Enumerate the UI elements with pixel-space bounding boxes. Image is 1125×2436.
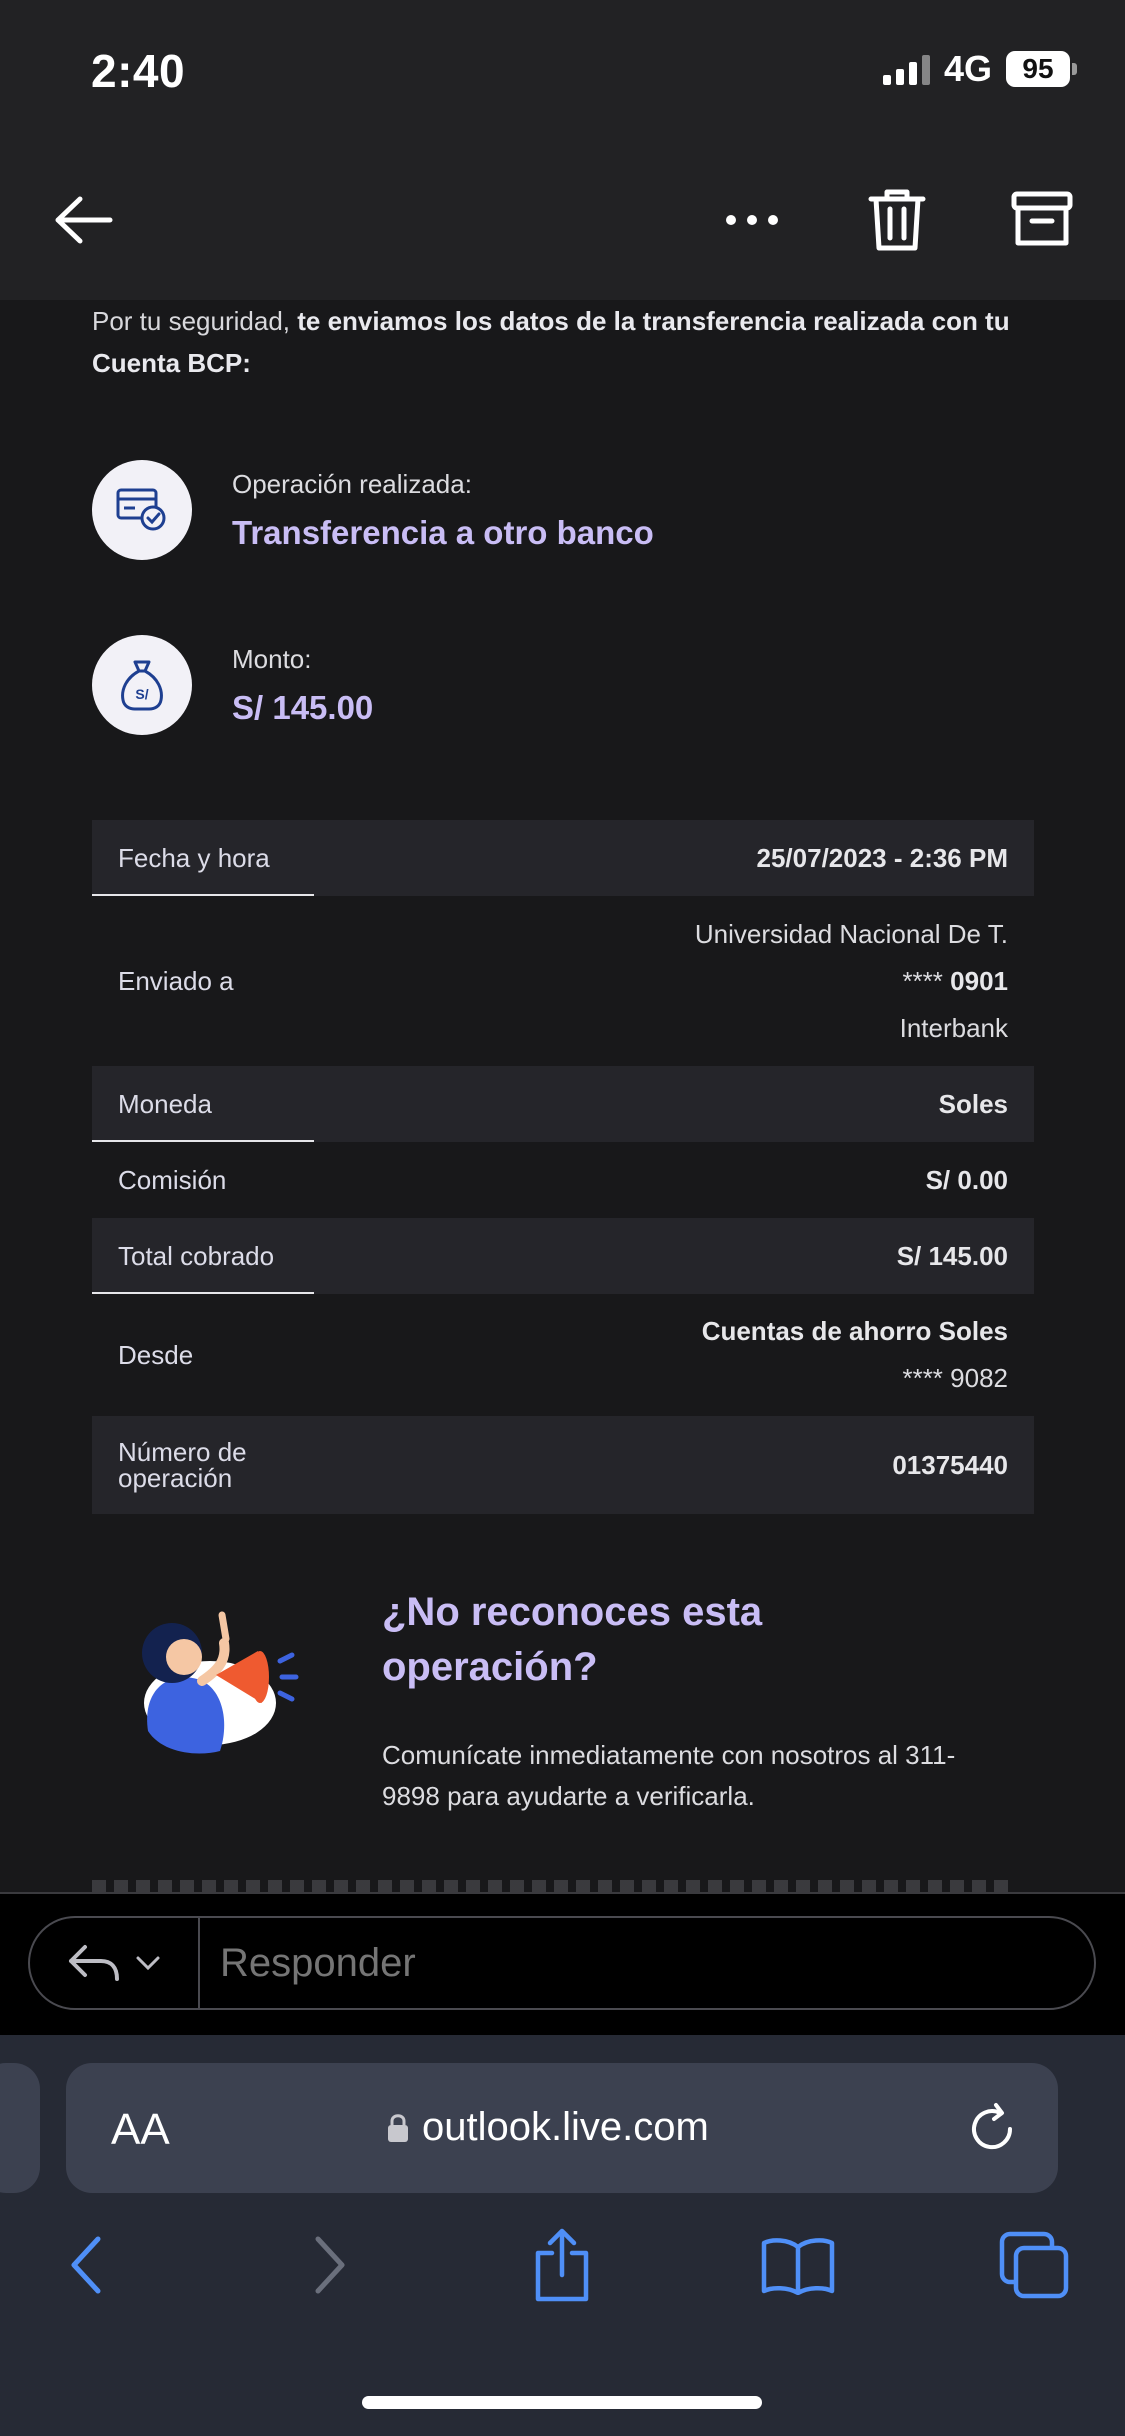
table-row: Enviado a Universidad Nacional De T. ***… [92,896,1034,1066]
signal-icon [882,53,930,85]
chevron-down-icon [136,1956,160,1971]
card-check-icon [92,460,192,560]
trash-icon[interactable] [857,180,937,260]
comision-value: S/ 0.00 [925,1164,1008,1195]
warning-title: ¿No reconoces esta operación? [382,1590,763,1689]
table-row: Fecha y hora 25/07/2023 - 2:36 PM [92,820,1034,896]
reader-aa-button[interactable]: AA [111,2105,170,2155]
fecha-label: Fecha y hora [118,842,270,873]
reload-icon[interactable] [962,2099,1022,2159]
status-indicators: 4G 95 [882,48,1077,90]
status-time: 2:40 [91,45,186,97]
reply-bar [0,1892,1125,2035]
money-bag-icon: S/ [92,635,192,735]
url-text: outlook.live.com [422,2105,709,2149]
table-row: Moneda Soles [92,1066,1034,1142]
amount-value: S/ 145.00 [232,688,374,726]
browser-bar: AA outlook.live.com [0,2035,1125,2436]
desde-label: Desde [118,1339,194,1370]
previous-tab-stub[interactable] [0,2063,40,2193]
email-body[interactable]: Por tu seguridad, te enviamos los datos … [3,300,1122,1892]
details-table: Fecha y hora 25/07/2023 - 2:36 PM Enviad… [92,820,1034,1514]
more-icon[interactable] [712,180,792,260]
operation-value: Transferencia a otro banco [232,513,654,551]
numero-value: 01375440 [892,1449,1008,1480]
operation-label: Operación realizada: [232,468,472,499]
operation-row: Operación realizada: Transferencia a otr… [92,460,654,560]
table-row: Número de operación 01375440 [92,1416,1034,1514]
battery-icon: 95 [1006,51,1077,87]
megaphone-person-illustration [142,1611,299,1754]
archive-icon[interactable] [1002,180,1082,260]
reply-options-button[interactable] [30,1918,200,2008]
tabs-icon[interactable] [994,2225,1074,2305]
fecha-value: 25/07/2023 - 2:36 PM [756,842,1009,873]
home-indicator [362,2396,762,2409]
svg-text:S/: S/ [135,686,148,702]
forward-nav-icon[interactable] [290,2225,370,2305]
amount-label: Monto: [232,643,312,674]
source-account: **** 9082 [902,1363,1008,1393]
recipient-bank: Interbank [899,1012,1008,1043]
amount-row: S/ Monto: S/ 145.00 [92,635,373,735]
address-bar[interactable]: AA outlook.live.com [66,2063,1058,2193]
comision-label: Comisión [118,1164,227,1195]
source-account-type: Cuentas de ahorro Soles [701,1316,1008,1346]
battery-level: 95 [1006,51,1070,87]
table-row: Comisión S/ 0.00 [92,1142,1034,1218]
enviado-label: Enviado a [118,965,234,996]
table-row: Total cobrado S/ 145.00 [92,1218,1034,1294]
warning-description: Comunícate inmediatamente con nosotros a… [382,1740,956,1811]
reply-icon [69,1945,119,1981]
total-value: S/ 145.00 [896,1240,1008,1271]
lock-icon [388,2113,408,2142]
url-display[interactable]: outlook.live.com [386,2105,709,2150]
bookmarks-icon[interactable] [758,2225,838,2305]
reply-input[interactable] [200,1940,1094,1986]
recipient-account-mask: **** [902,965,943,996]
intro-text: Por tu seguridad, te enviamos los datos … [92,306,1010,378]
recipient-name: Universidad Nacional De T. [694,918,1008,949]
table-row: Desde Cuentas de ahorro Soles **** 9082 [92,1294,1034,1416]
numero-label: Número de operación [118,1437,247,1493]
recipient-account-number: 0901 [950,965,1008,996]
network-type: 4G [943,48,992,89]
share-icon[interactable] [522,2225,602,2305]
moneda-label: Moneda [118,1088,212,1119]
reply-box [28,1916,1096,2010]
moneda-value: Soles [938,1088,1008,1119]
top-bar: 2:40 4G 95 [0,0,1125,300]
back-arrow-icon[interactable] [44,180,124,260]
back-nav-icon[interactable] [46,2225,126,2305]
cutoff-text [92,1880,1012,1892]
total-label: Total cobrado [118,1240,275,1271]
